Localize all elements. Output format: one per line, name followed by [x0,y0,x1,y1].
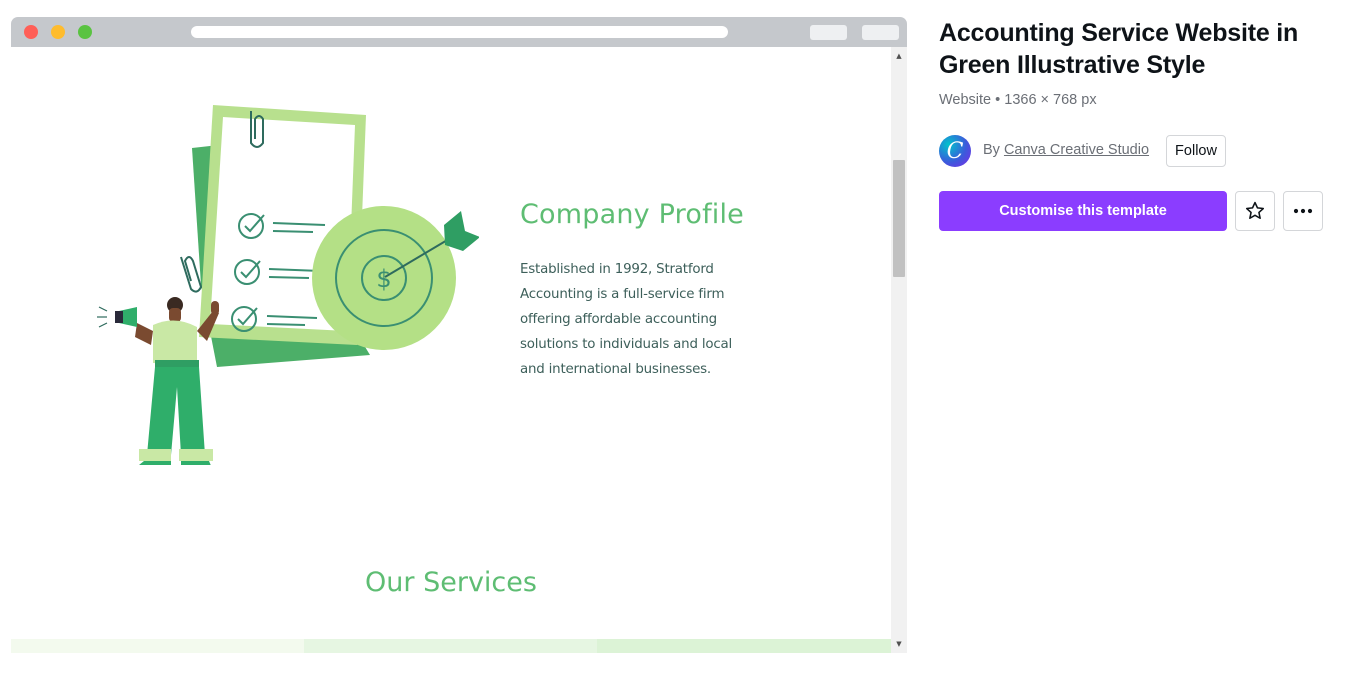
chrome-button [862,25,899,40]
address-bar [191,26,728,38]
scroll-thumb[interactable] [893,160,905,277]
scroll-up-arrow-icon[interactable]: ▲ [891,49,907,63]
template-preview-window: $ Company Profile Established in 1992, S… [11,17,907,653]
svg-text:$: $ [376,265,391,293]
favorite-button[interactable] [1235,191,1275,231]
preview-viewport[interactable]: $ Company Profile Established in 1992, S… [11,47,891,653]
author-credit: By Canva Creative Studio [983,142,1149,158]
by-prefix: By [983,142,1000,158]
customise-template-button[interactable]: Customise this template [939,191,1227,231]
service-card-strip [597,639,891,653]
preview-scrollbar[interactable]: ▲ ▼ [891,47,907,653]
close-dot [24,25,38,39]
maximize-dot [78,25,92,39]
template-info-panel: Accounting Service Website in Green Illu… [939,17,1329,231]
more-horizontal-icon [1293,208,1313,214]
more-options-button[interactable] [1283,191,1323,231]
author-row: C By Canva Creative Studio Follow [939,135,1329,167]
avatar[interactable]: C [939,135,971,167]
our-services-heading: Our Services [11,567,891,598]
company-profile-text: Established in 1992, Stratford Accountin… [520,262,733,377]
our-services-heading-text: Our Services [365,567,537,598]
company-profile-heading: Company Profile [520,199,744,230]
action-row: Customise this template [939,191,1329,231]
star-icon [1245,201,1265,220]
service-card-strip [11,639,304,653]
chrome-button [810,25,847,40]
template-title: Accounting Service Website in Green Illu… [939,19,1299,79]
avatar-letter: C [946,138,964,164]
minimize-dot [51,25,65,39]
accounting-illustration: $ [97,105,479,465]
author-link[interactable]: Canva Creative Studio [1004,142,1149,158]
browser-chrome-bar [11,17,907,47]
scroll-down-arrow-icon[interactable]: ▼ [891,637,907,651]
service-card-strip [304,639,597,653]
follow-button[interactable]: Follow [1166,135,1226,167]
template-meta: Website • 1366 × 768 px [939,92,1097,108]
